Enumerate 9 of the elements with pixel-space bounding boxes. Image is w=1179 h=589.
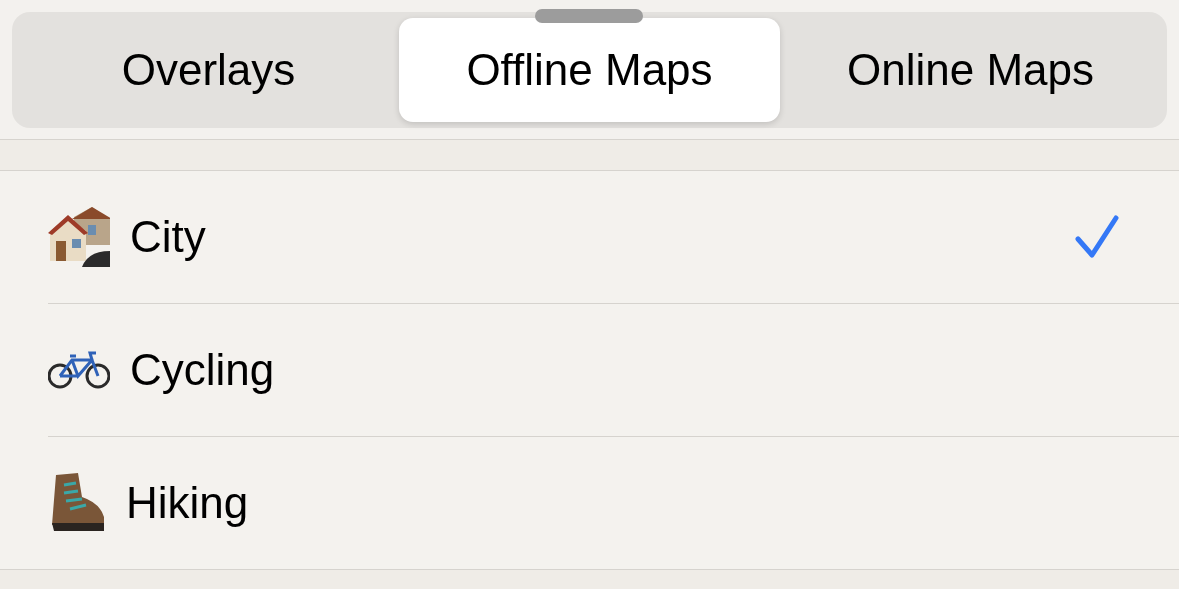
segment-tab[interactable]: Online Maps [780, 18, 1161, 122]
segment-tab[interactable]: Overlays [18, 18, 399, 122]
map-name[interactable]: Hiking [126, 478, 1119, 528]
drag-handle[interactable] [535, 9, 643, 23]
map-name[interactable]: Cycling [130, 345, 1119, 395]
map-name[interactable]: City [130, 212, 1075, 262]
bicycle-icon [48, 350, 110, 390]
segment-tab[interactable]: Offline Maps [399, 18, 780, 122]
houses-icon [48, 207, 110, 267]
